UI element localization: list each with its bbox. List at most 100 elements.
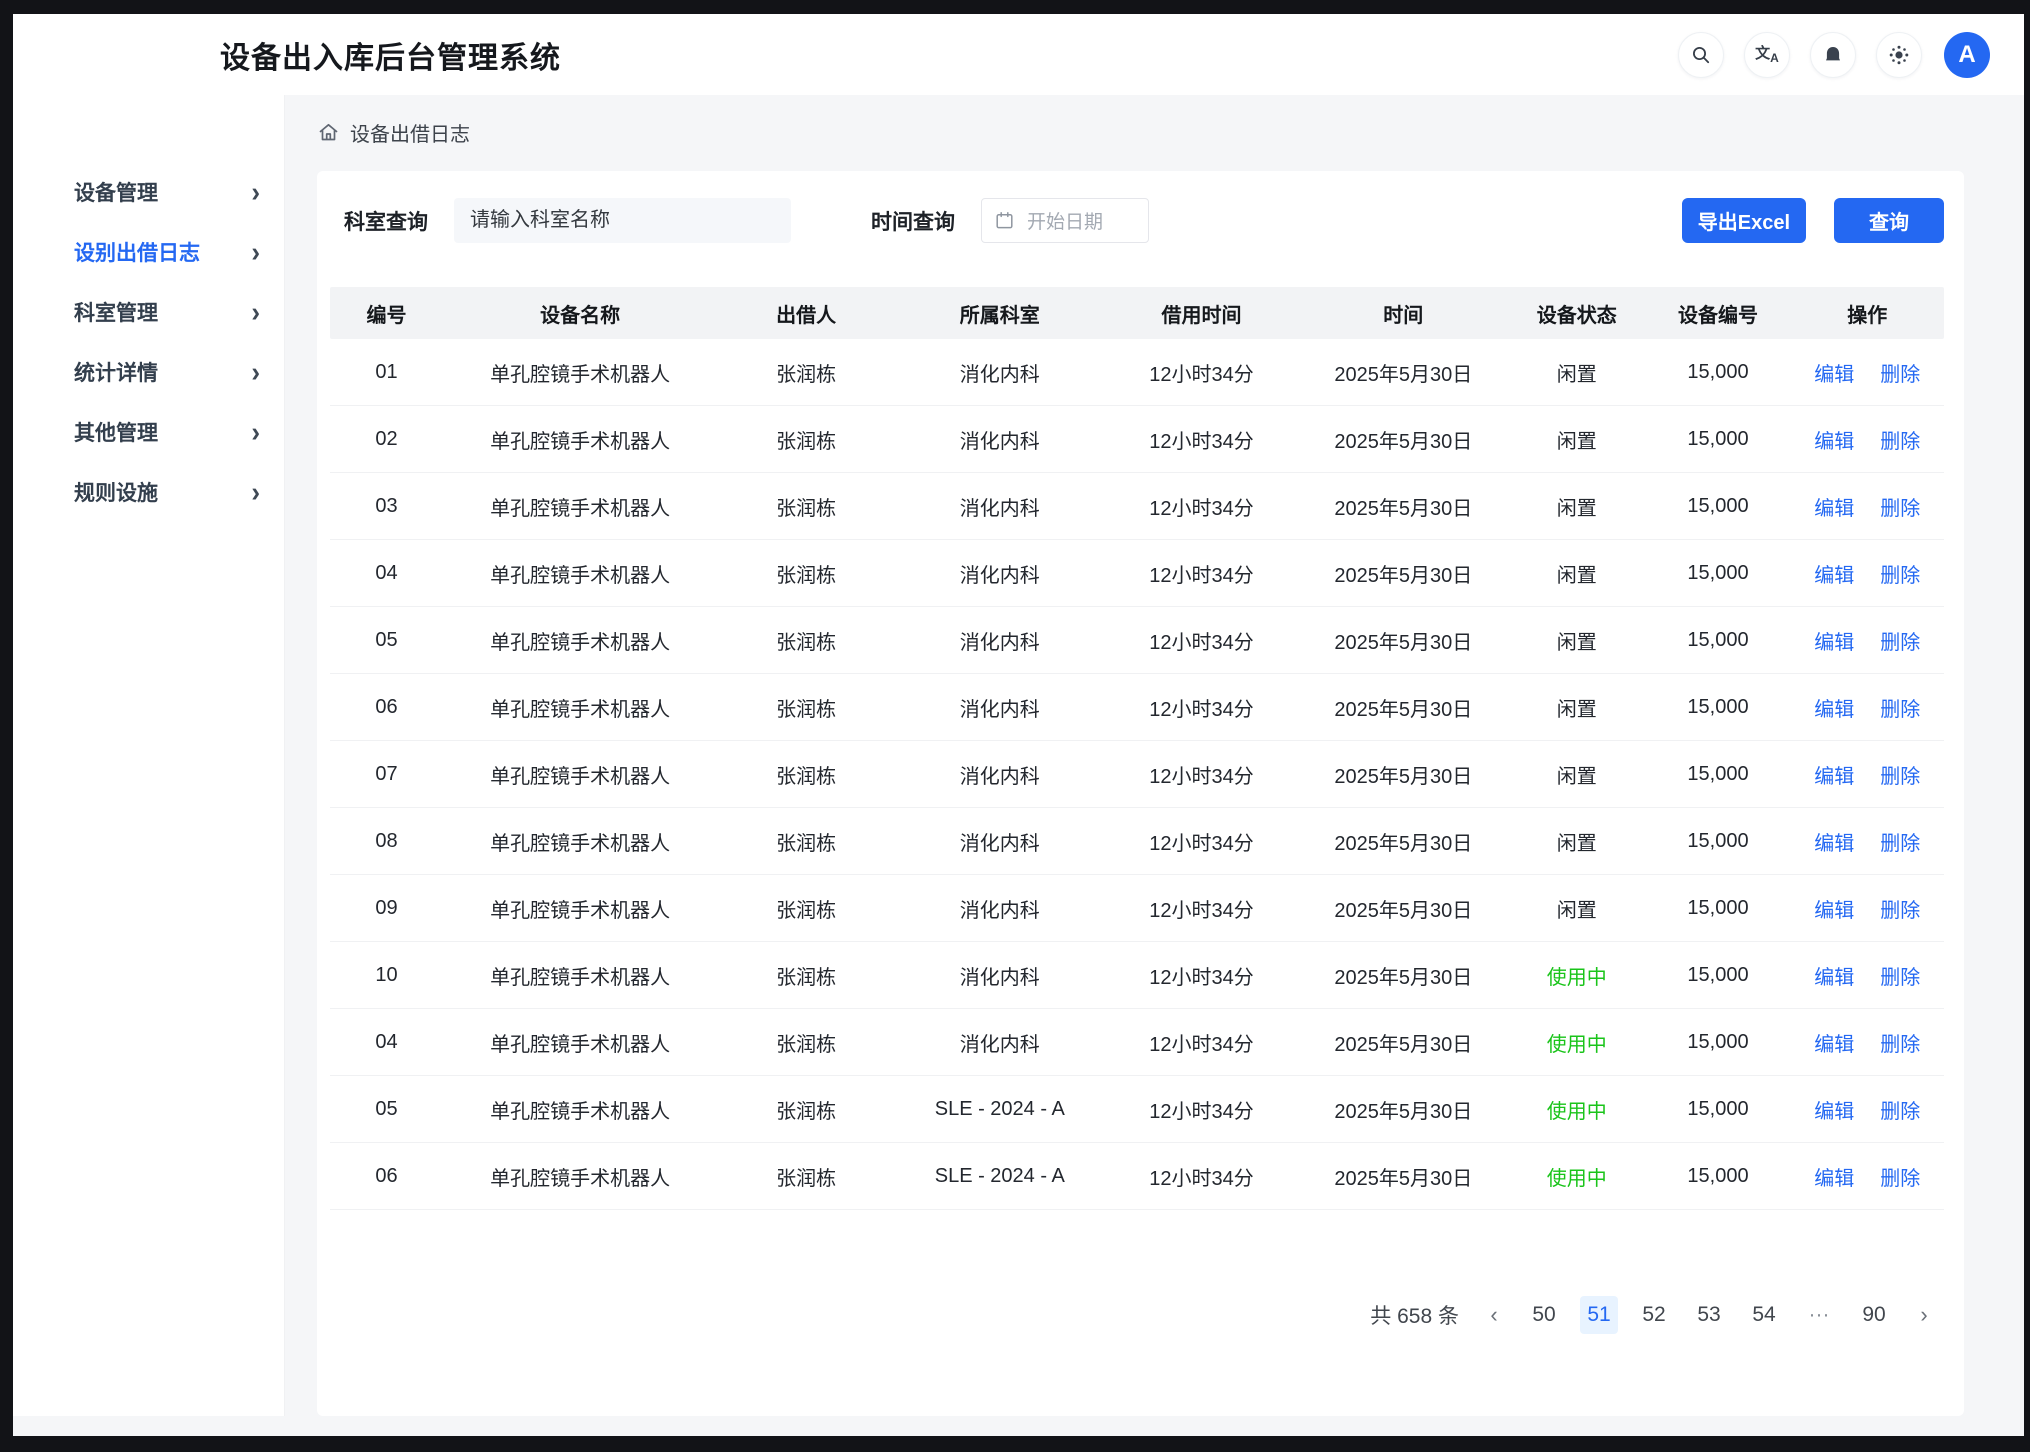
cell-device-name: 单孔腔镜手术机器人 <box>443 827 717 856</box>
edit-link[interactable]: 编辑 <box>1814 1095 1854 1124</box>
edit-link[interactable]: 编辑 <box>1814 1028 1854 1057</box>
cell-device-name: 单孔腔镜手术机器人 <box>443 492 717 521</box>
cell-date: 2025年5月30日 <box>1298 425 1508 454</box>
column-header: 出借人 <box>717 299 895 328</box>
edit-link[interactable]: 编辑 <box>1814 693 1854 722</box>
cell-device-name: 单孔腔镜手术机器人 <box>443 1028 717 1057</box>
edit-link[interactable]: 编辑 <box>1814 1162 1854 1191</box>
cell-device-code: 15,000 <box>1645 361 1790 384</box>
cell-actions: 编辑 删除 <box>1791 961 1944 990</box>
edit-link[interactable]: 编辑 <box>1814 827 1854 856</box>
cell-lender: 张润栋 <box>717 827 895 856</box>
delete-link[interactable]: 删除 <box>1880 827 1920 856</box>
filter-bar: 科室查询 时间查询 开始日期 导出Excel 查询 <box>344 198 1944 243</box>
top-header: 设备出入库后台管理系统 文A <box>13 14 2024 95</box>
edit-link[interactable]: 编辑 <box>1814 626 1854 655</box>
column-header: 设备名称 <box>443 299 717 328</box>
cell-date: 2025年5月30日 <box>1298 827 1508 856</box>
cell-borrow-duration: 12小时34分 <box>1105 492 1299 521</box>
cell-borrow-duration: 12小时34分 <box>1105 693 1299 722</box>
query-button[interactable]: 查询 <box>1834 198 1944 243</box>
start-date-picker[interactable]: 开始日期 <box>981 198 1149 243</box>
cell-borrow-duration: 12小时34分 <box>1105 760 1299 789</box>
delete-link[interactable]: 删除 <box>1880 760 1920 789</box>
theme-button[interactable] <box>1876 32 1922 78</box>
cell-device-name: 单孔腔镜手术机器人 <box>443 626 717 655</box>
edit-link[interactable]: 编辑 <box>1814 894 1854 923</box>
cell-device-status: 闲置 <box>1508 492 1645 521</box>
cell-device-status: 闲置 <box>1508 626 1645 655</box>
delete-link[interactable]: 删除 <box>1880 961 1920 990</box>
pagination-pages: 5051525354···90 <box>1525 1296 1893 1334</box>
table-row: 10 单孔腔镜手术机器人 张润栋 消化内科 12小时34分 2025年5月30日… <box>330 942 1944 1009</box>
cell-device-code: 15,000 <box>1645 897 1790 920</box>
delete-link[interactable]: 删除 <box>1880 559 1920 588</box>
sidebar-item[interactable]: 设别出借日志 › <box>13 223 284 280</box>
sidebar-item[interactable]: 设备管理 › <box>13 163 284 220</box>
time-query-label: 时间查询 <box>871 206 955 236</box>
sidebar-item[interactable]: 科室管理 › <box>13 283 284 340</box>
edit-link[interactable]: 编辑 <box>1814 425 1854 454</box>
delete-link[interactable]: 删除 <box>1880 693 1920 722</box>
app-window: 设备出入库后台管理系统 文A <box>13 14 2024 1436</box>
cell-device-status: 闲置 <box>1508 894 1645 923</box>
edit-link[interactable]: 编辑 <box>1814 559 1854 588</box>
pagination-page[interactable]: 50 <box>1525 1296 1563 1334</box>
delete-link[interactable]: 删除 <box>1880 358 1920 387</box>
table-row: 09 单孔腔镜手术机器人 张润栋 消化内科 12小时34分 2025年5月30日… <box>330 875 1944 942</box>
sidebar-item-label: 规则设施 <box>74 477 158 507</box>
pagination-page[interactable]: 52 <box>1635 1296 1673 1334</box>
edit-link[interactable]: 编辑 <box>1814 492 1854 521</box>
device-log-table: 编号设备名称出借人所属科室借用时间时间设备状态设备编号操作 01 单孔腔镜手术机… <box>330 287 1944 1210</box>
delete-link[interactable]: 删除 <box>1880 1028 1920 1057</box>
edit-link[interactable]: 编辑 <box>1814 961 1854 990</box>
cell-borrow-duration: 12小时34分 <box>1105 1162 1299 1191</box>
cell-lender: 张润栋 <box>717 1095 895 1124</box>
delete-link[interactable]: 删除 <box>1880 1162 1920 1191</box>
sidebar-item[interactable]: 规则设施 › <box>13 463 284 520</box>
export-excel-button[interactable]: 导出Excel <box>1682 198 1806 243</box>
pagination-page[interactable]: 90 <box>1855 1296 1893 1334</box>
chevron-right-icon[interactable]: › <box>1910 1302 1938 1328</box>
cell-number: 06 <box>330 696 443 719</box>
pagination-page[interactable]: 54 <box>1745 1296 1783 1334</box>
cell-department: 消化内科 <box>895 827 1105 856</box>
edit-link[interactable]: 编辑 <box>1814 760 1854 789</box>
table-row: 04 单孔腔镜手术机器人 张润栋 消化内科 12小时34分 2025年5月30日… <box>330 540 1944 607</box>
cell-lender: 张润栋 <box>717 492 895 521</box>
cell-device-code: 15,000 <box>1645 562 1790 585</box>
cell-device-code: 15,000 <box>1645 763 1790 786</box>
cell-lender: 张润栋 <box>717 693 895 722</box>
sidebar-item[interactable]: 统计详情 › <box>13 343 284 400</box>
avatar[interactable]: A <box>1944 32 1990 78</box>
cell-number: 02 <box>330 428 443 451</box>
translate-button[interactable]: 文A <box>1744 32 1790 78</box>
chevron-right-icon: › <box>251 178 260 205</box>
cell-date: 2025年5月30日 <box>1298 760 1508 789</box>
search-button[interactable] <box>1678 32 1724 78</box>
delete-link[interactable]: 删除 <box>1880 425 1920 454</box>
translate-icon: 文A <box>1755 46 1779 64</box>
dept-search-input[interactable] <box>454 198 791 243</box>
sidebar-item[interactable]: 其他管理 › <box>13 403 284 460</box>
cell-device-name: 单孔腔镜手术机器人 <box>443 358 717 387</box>
cell-lender: 张润栋 <box>717 961 895 990</box>
notifications-button[interactable] <box>1810 32 1856 78</box>
table-row: 01 单孔腔镜手术机器人 张润栋 消化内科 12小时34分 2025年5月30日… <box>330 339 1944 406</box>
chevron-left-icon[interactable]: ‹ <box>1480 1302 1508 1328</box>
cell-number: 06 <box>330 1165 443 1188</box>
delete-link[interactable]: 删除 <box>1880 626 1920 655</box>
pagination-page[interactable]: 51 <box>1580 1296 1618 1334</box>
delete-link[interactable]: 删除 <box>1880 492 1920 521</box>
delete-link[interactable]: 删除 <box>1880 894 1920 923</box>
delete-link[interactable]: 删除 <box>1880 1095 1920 1124</box>
edit-link[interactable]: 编辑 <box>1814 358 1854 387</box>
cell-lender: 张润栋 <box>717 760 895 789</box>
cell-number: 05 <box>330 1098 443 1121</box>
table-row: 06 单孔腔镜手术机器人 张润栋 SLE - 2024 - A 12小时34分 … <box>330 1143 1944 1210</box>
breadcrumb[interactable]: 设备出借日志 <box>317 118 1964 147</box>
pagination-page[interactable]: 53 <box>1690 1296 1728 1334</box>
cell-actions: 编辑 删除 <box>1791 1028 1944 1057</box>
cell-device-name: 单孔腔镜手术机器人 <box>443 760 717 789</box>
pagination: 共 658 条 ‹ 5051525354···90 › <box>330 1296 1944 1334</box>
